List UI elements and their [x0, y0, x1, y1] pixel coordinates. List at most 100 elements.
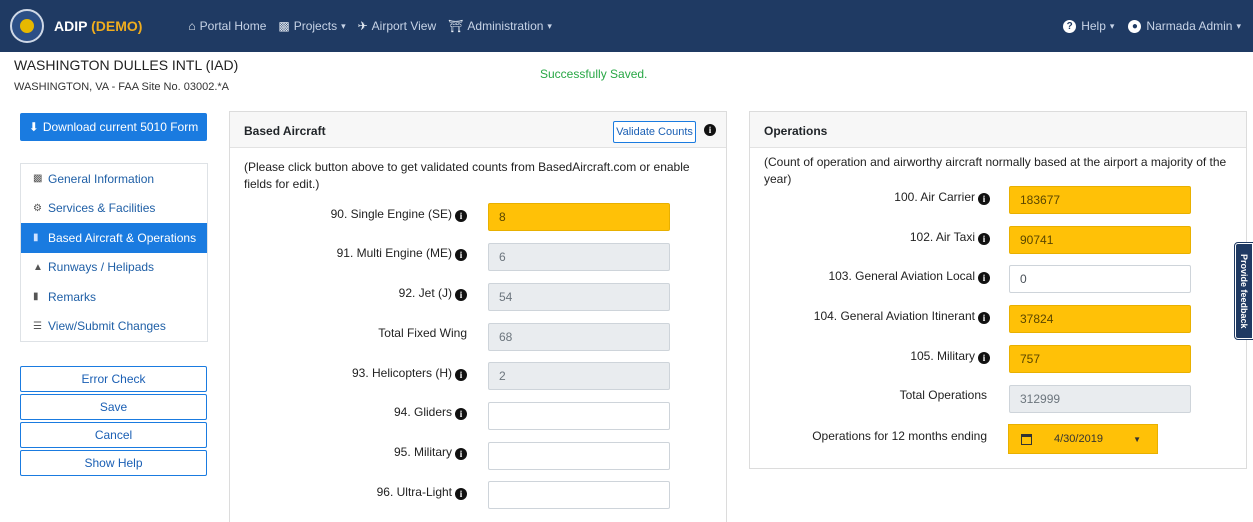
nav-airport-view[interactable]: ✈ Airport View [358, 19, 437, 33]
info-icon[interactable]: i [978, 233, 990, 245]
sidebar-item-remarks[interactable]: ▮ Remarks [21, 282, 207, 312]
air-taxi-label: 102. Air Taxi i [780, 230, 990, 245]
nav-help-label: Help [1081, 19, 1106, 33]
single-engine-input[interactable]: 8 [488, 203, 670, 231]
airport-subtitle: WASHINGTON, VA - FAA Site No. 03002.*A [14, 81, 229, 93]
total-fixed-wing-input: 68 [488, 323, 670, 351]
air-carrier-label: 100. Air Carrier i [780, 190, 990, 205]
info-icon[interactable]: i [455, 249, 467, 261]
faa-seal-logo[interactable] [10, 9, 44, 43]
database-icon: ▩ [33, 173, 43, 185]
military-aircraft-label: 95. Military i [260, 445, 467, 460]
nav-portal-home-label: Portal Home [199, 19, 267, 33]
jet-input: 54 [488, 283, 670, 311]
sidebar-item-general-information[interactable]: ▩ General Information [21, 164, 207, 194]
bank-icon: ⛩ [448, 19, 464, 33]
plane-icon: ✈ [357, 19, 368, 33]
info-icon[interactable]: i [978, 352, 990, 364]
helicopters-label-text: 93. Helicopters (H) [351, 366, 452, 380]
top-navbar: ADIP (DEMO) ⌂ Portal Home ▩ Projects ▾ ✈… [0, 0, 1253, 52]
caret-down-icon: ▼ [1133, 434, 1141, 444]
save-button[interactable]: Save [20, 394, 207, 420]
ga-local-input[interactable]: 0 [1009, 265, 1191, 293]
download-5010-label: Download current 5010 Form [42, 120, 199, 134]
based-aircraft-note: (Please click button above to get valida… [244, 160, 690, 191]
caret-down-icon: ▾ [547, 20, 552, 31]
military-ops-label-text: 105. Military [910, 349, 975, 363]
info-icon[interactable]: i [455, 289, 467, 301]
operations-period-value: 4/30/2019 [1054, 433, 1103, 445]
nav-projects[interactable]: ▩ Projects ▾ [278, 19, 345, 33]
provide-feedback-tab[interactable]: Provide feedback [1234, 242, 1253, 340]
cancel-button[interactable]: Cancel [20, 422, 207, 448]
info-icon[interactable]: i [455, 408, 467, 420]
sidebar-item-services-facilities[interactable]: ⚙ Services & Facilities [21, 194, 207, 224]
helicopters-input: 2 [488, 362, 670, 390]
sidebar-item-view-submit-changes[interactable]: ☰ View/Submit Changes [21, 312, 207, 342]
nav-portal-home[interactable]: ⌂ Portal Home [188, 19, 266, 33]
sidebar-item-based-aircraft-operations[interactable]: ▮ Based Aircraft & Operations [21, 223, 207, 253]
file-icon: ▮ [33, 291, 39, 303]
military-aircraft-input[interactable] [488, 442, 670, 470]
single-engine-label-text: 90. Single Engine (SE) [330, 207, 452, 221]
caret-down-icon: ▾ [341, 20, 346, 31]
gliders-input[interactable] [488, 402, 670, 430]
air-taxi-input[interactable]: 90741 [1009, 226, 1191, 254]
info-icon[interactable]: i [455, 488, 467, 500]
ultra-light-label: 96. Ultra-Light i [260, 485, 467, 500]
operations-title: Operations [764, 124, 828, 138]
nav-administration[interactable]: ⛩ Administration ▾ [448, 19, 552, 33]
info-icon[interactable]: i [978, 272, 990, 284]
based-aircraft-title: Based Aircraft [244, 124, 326, 138]
multi-engine-label: 91. Multi Engine (ME) i [260, 246, 467, 261]
info-icon[interactable]: i [704, 124, 716, 136]
info-icon[interactable]: i [455, 210, 467, 222]
sidebar-item-label: Services & Facilities [48, 201, 156, 216]
sidebar-item-label: View/Submit Changes [48, 319, 166, 334]
ga-itinerant-label-text: 104. General Aviation Itinerant [813, 309, 975, 323]
ultra-light-input[interactable] [488, 481, 670, 509]
error-check-button[interactable]: Error Check [20, 366, 207, 392]
brand[interactable]: ADIP (DEMO) [54, 18, 142, 34]
info-icon[interactable]: i [455, 369, 467, 381]
gliders-label-text: 94. Gliders [393, 405, 452, 419]
calendar-icon [1021, 433, 1032, 445]
total-operations-label: Total Operations [899, 388, 987, 402]
sidebar-item-label: Based Aircraft & Operations [48, 230, 197, 245]
ultra-light-label-text: 96. Ultra-Light [376, 485, 452, 499]
operations-period-datepicker[interactable]: 4/30/2019 ▼ [1008, 424, 1158, 454]
sidebar-item-runways-helipads[interactable]: ▲ Runways / Helipads [21, 253, 207, 283]
sidebar-item-label: General Information [48, 171, 155, 186]
info-icon[interactable]: i [978, 312, 990, 324]
ga-local-label-text: 103. General Aviation Local [828, 269, 975, 283]
operations-note: (Count of operation and airworthy aircra… [764, 155, 1227, 186]
info-icon[interactable]: i [455, 448, 467, 460]
nav-help[interactable]: ? Help ▾ [1063, 19, 1114, 33]
operations-header: Operations [750, 112, 1246, 148]
nav-projects-label: Projects [293, 19, 338, 33]
question-circle-icon: ? [1063, 19, 1077, 33]
jet-label-text: 92. Jet (J) [398, 286, 452, 300]
show-help-button[interactable]: Show Help [20, 450, 207, 476]
nav-administration-label: Administration [467, 19, 544, 33]
nav-user-label: Narmada Admin [1146, 19, 1233, 33]
info-icon[interactable]: i [978, 193, 990, 205]
airport-title: WASHINGTON DULLES INTL (IAD) [14, 57, 239, 73]
air-carrier-input[interactable]: 183677 [1009, 186, 1191, 214]
nav-user-menu[interactable]: ● Narmada Admin ▾ [1128, 19, 1241, 33]
sidebar-item-label: Remarks [48, 289, 97, 304]
single-engine-label: 90. Single Engine (SE) i [260, 207, 467, 222]
military-ops-input[interactable]: 757 [1009, 345, 1191, 373]
jet-label: 92. Jet (J) i [260, 286, 467, 301]
ga-itinerant-input[interactable]: 37824 [1009, 305, 1191, 333]
helicopters-label: 93. Helicopters (H) i [260, 366, 467, 381]
brand-name: ADIP [54, 18, 88, 34]
road-icon: ▲ [33, 261, 43, 273]
download-5010-button[interactable]: ⬇ Download current 5010 Form [20, 113, 207, 141]
multi-engine-input: 6 [488, 243, 670, 271]
download-icon: ⬇ [28, 120, 39, 134]
operations-period-label: Operations for 12 months ending [812, 429, 987, 443]
section-sidebar: ▩ General Information ⚙ Services & Facil… [20, 163, 208, 342]
provide-feedback-label: Provide feedback [1239, 253, 1249, 329]
validate-counts-button[interactable]: Validate Counts [613, 121, 696, 143]
